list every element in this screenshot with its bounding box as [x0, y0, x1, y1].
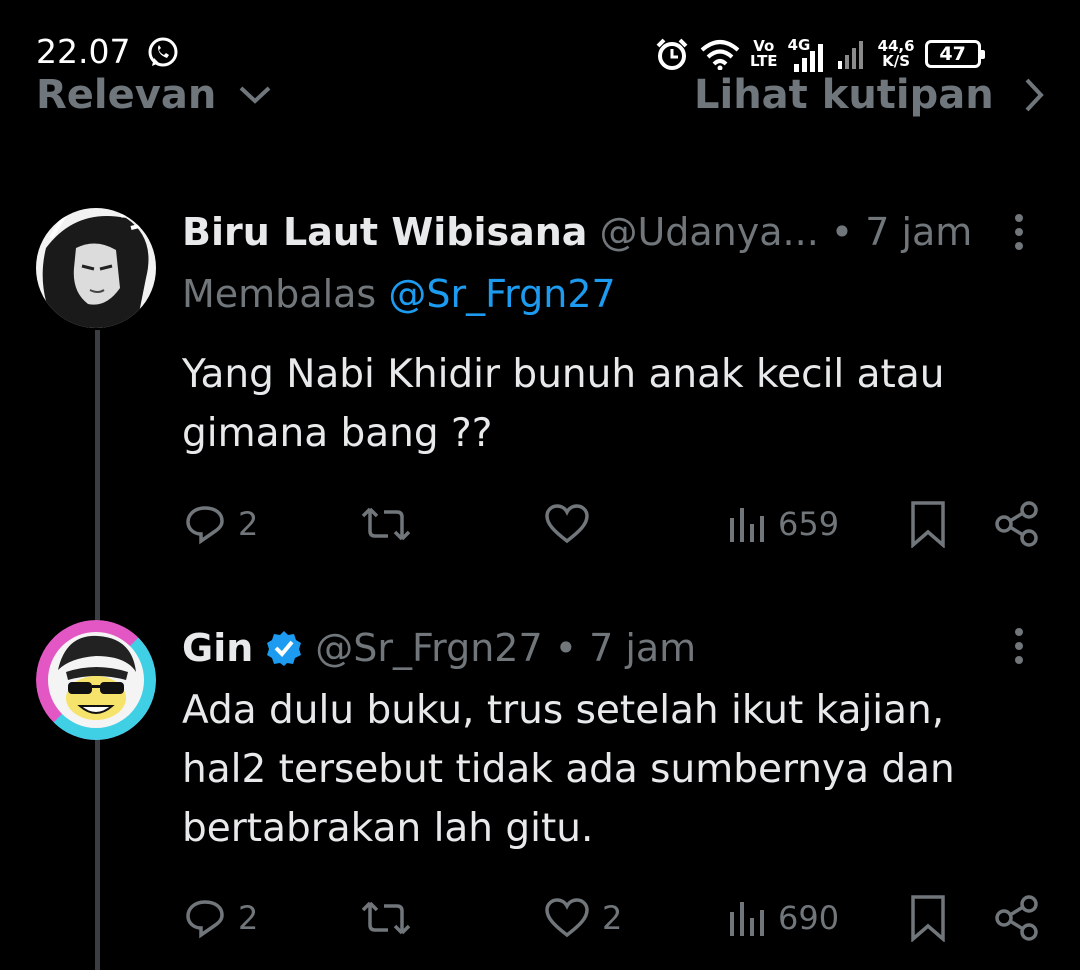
chevron-down-icon — [239, 86, 271, 104]
reply-prefix: Membalas — [182, 272, 377, 316]
signal-4g: 4G — [788, 36, 826, 72]
volte-indicator: Vo LTE — [750, 39, 778, 69]
volte-bottom: LTE — [750, 52, 778, 70]
views-button[interactable]: 690 — [728, 898, 839, 938]
share-icon[interactable] — [994, 894, 1040, 942]
verified-badge-icon — [267, 631, 302, 666]
like-button[interactable] — [544, 503, 602, 545]
reply-icon — [186, 900, 224, 939]
like-button[interactable]: 2 — [544, 897, 622, 939]
avatar-image — [36, 620, 156, 740]
views-icon — [730, 902, 764, 936]
reply-button[interactable]: 2 — [184, 897, 258, 939]
battery-icon: 47 — [924, 40, 985, 68]
tweet-text-line: Ada dulu buku, trus setelah ikut kajian, — [182, 688, 945, 733]
signal-icon — [793, 44, 823, 72]
tweet-text-line: Yang Nabi Khidir bunuh anak kecil atau — [182, 352, 945, 397]
reply-count: 2 — [238, 899, 259, 937]
handle[interactable]: @Udanya... — [599, 210, 818, 254]
more-options-icon[interactable] — [1015, 628, 1025, 670]
more-options-icon[interactable] — [1015, 214, 1025, 256]
view-quotes-label: Lihat kutipan — [694, 72, 994, 118]
sort-label: Relevan — [36, 72, 217, 118]
sort-dropdown[interactable]: Relevan — [36, 72, 272, 118]
tweet-text-line: hal2 tersebut tidak ada sumbernya dan — [182, 747, 955, 792]
tweet-text-line: bertabrakan lah gitu. — [182, 806, 594, 851]
status-icons: Vo LTE 4G 44,6 K/S 47 — [654, 34, 985, 74]
repost-button[interactable] — [360, 897, 424, 939]
views-icon — [730, 508, 764, 542]
bookmark-icon[interactable] — [908, 894, 948, 942]
chevron-right-icon — [1025, 78, 1044, 112]
timestamp[interactable]: 7 jam — [865, 210, 972, 254]
view-quotes-link[interactable]: Lihat kutipan — [694, 72, 1044, 118]
tweet-actions: 2 2 690 — [0, 894, 1080, 942]
tweet-header: Biru Laut Wibisana @Udanya... • 7 jam — [182, 210, 972, 254]
view-count: 659 — [778, 505, 840, 543]
reply-icon — [186, 506, 224, 545]
repost-icon — [361, 901, 411, 935]
network-speed: 44,6 K/S — [878, 39, 915, 69]
tweet-actions: 2 659 — [0, 500, 1080, 548]
whatsapp-icon — [148, 37, 178, 67]
like-count: 2 — [602, 899, 623, 937]
avatar[interactable] — [36, 208, 156, 328]
status-time: 22.07 — [36, 32, 131, 71]
tweet-text: Ada dulu buku, trus setelah ikut kajian,… — [182, 681, 1062, 858]
heart-icon — [545, 898, 589, 938]
handle[interactable]: @Sr_Frgn27 — [315, 626, 542, 670]
avatar-image — [36, 208, 156, 328]
wifi-icon — [700, 40, 740, 70]
views-button[interactable]: 659 — [728, 504, 839, 544]
tweet-header: Gin @Sr_Frgn27 • 7 jam — [182, 626, 696, 670]
separator-dot: • — [554, 626, 578, 670]
separator-dot: • — [830, 210, 854, 254]
tweet-text-line: gimana bang ?? — [182, 411, 493, 456]
reply-count: 2 — [238, 505, 259, 543]
battery-level: 47 — [939, 43, 966, 65]
display-name[interactable]: Gin — [182, 626, 253, 670]
reply-to-mention[interactable]: @Sr_Frgn27 — [388, 272, 615, 316]
tweet-text: Yang Nabi Khidir bunuh anak kecil atau g… — [182, 345, 1022, 463]
repost-icon — [361, 507, 411, 541]
display-name[interactable]: Biru Laut Wibisana — [182, 210, 587, 254]
reply-context: Membalas @Sr_Frgn27 — [182, 272, 616, 316]
avatar[interactable] — [36, 620, 156, 740]
view-count: 690 — [778, 899, 840, 937]
reply-button[interactable]: 2 — [184, 503, 258, 545]
speed-unit: K/S — [882, 52, 911, 70]
alarm-icon — [656, 38, 688, 70]
timestamp[interactable]: 7 jam — [589, 626, 696, 670]
heart-icon — [545, 504, 589, 544]
bookmark-icon[interactable] — [908, 500, 948, 548]
repost-button[interactable] — [360, 503, 424, 545]
share-icon[interactable] — [994, 500, 1040, 548]
signal-weak-icon — [837, 41, 863, 69]
